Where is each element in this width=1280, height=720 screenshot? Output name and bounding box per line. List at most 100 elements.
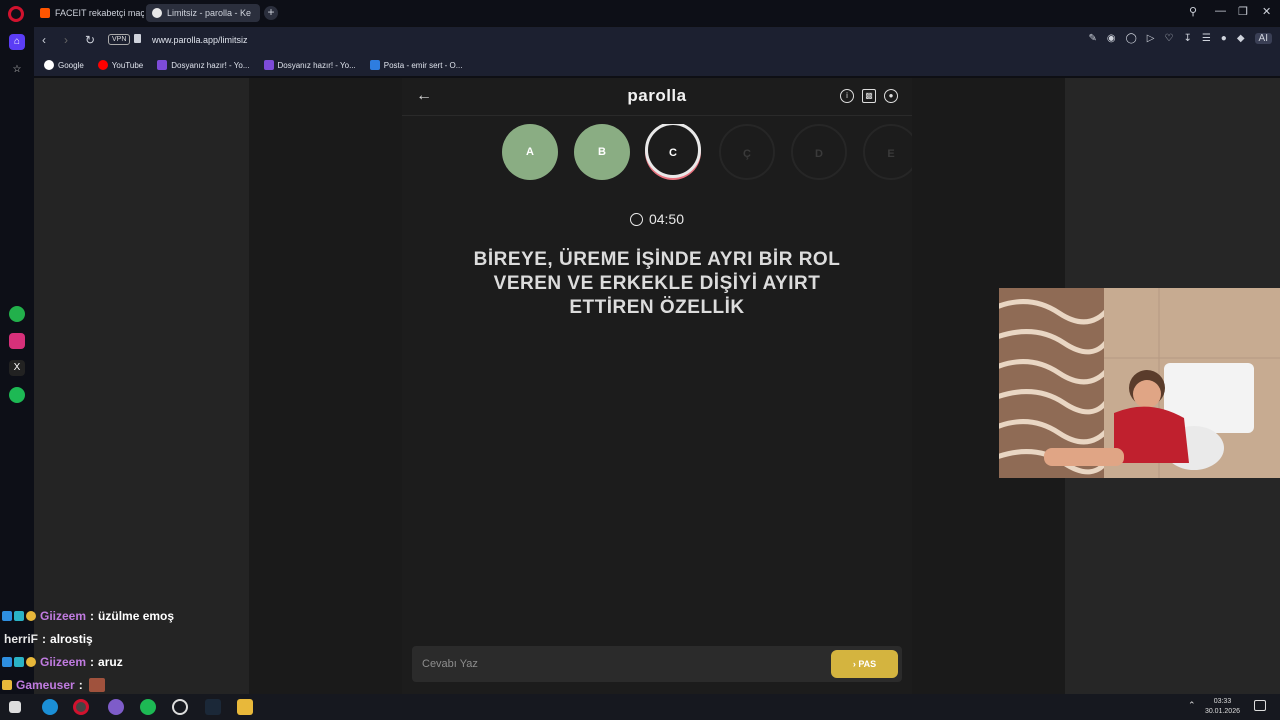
mail-icon bbox=[369, 60, 380, 70]
tab-parolla[interactable]: Limitsiz - parolla - Ke bbox=[146, 4, 260, 22]
badge-icon bbox=[2, 610, 12, 621]
bookmark-label: Dosyanız hazır! - Yo... bbox=[171, 60, 250, 70]
profile-icon[interactable]: ● bbox=[884, 89, 898, 103]
bookmark-posta[interactable]: Posta - emir sert - O... bbox=[369, 60, 463, 70]
extension-icon[interactable]: ◆ bbox=[1237, 33, 1245, 44]
menu-icon[interactable]: ☰ bbox=[1202, 33, 1211, 44]
bookmark-dosyaniz-1[interactable]: Dosyanız hazır! - Yo... bbox=[157, 60, 250, 70]
chat-message: Giizeem : aruz bbox=[2, 650, 247, 673]
app-icon[interactable] bbox=[108, 699, 124, 715]
tab-bar: FACEIT rekabetçi maç - FA Limitsiz - par… bbox=[0, 0, 1280, 26]
chat-username: herriF bbox=[4, 631, 39, 646]
instagram-icon[interactable] bbox=[9, 333, 25, 349]
chat-separator: : bbox=[42, 631, 47, 646]
bookmark-dosyaniz-2[interactable]: Dosyanız hazır! - Yo... bbox=[263, 60, 356, 70]
answer-bar: › PAS bbox=[412, 646, 902, 682]
badge-icon bbox=[14, 610, 24, 621]
notification-icon[interactable] bbox=[1254, 700, 1266, 711]
page-left-panel bbox=[34, 78, 249, 694]
letter-cc: Ç bbox=[719, 124, 775, 180]
app-icon[interactable] bbox=[237, 699, 253, 715]
chat-message: Gameuser : bbox=[2, 673, 247, 696]
question-line: ETTİREN ÖZELLİK bbox=[569, 297, 745, 318]
forward-nav-icon[interactable]: › bbox=[64, 33, 68, 47]
letter-b: B bbox=[574, 124, 630, 180]
tab-faceit[interactable]: FACEIT rekabetçi maç - FA bbox=[34, 4, 144, 22]
browser-sidebar: ⌂ ☆ X bbox=[0, 26, 34, 694]
account-icon[interactable]: ● bbox=[1221, 33, 1227, 44]
whatsapp-icon[interactable] bbox=[9, 306, 25, 322]
spotify-icon[interactable] bbox=[9, 387, 25, 403]
clock[interactable]: 03:33 30.01.2026 bbox=[1205, 697, 1240, 717]
address-bar: ‹ › ↻ VPN www.parolla.app/limitsiz ✎ ◉ ◯… bbox=[34, 27, 1280, 54]
bookmarks-bar: Google YouTube Dosyanız hazır! - Yo... D… bbox=[34, 54, 1280, 76]
badge-icon bbox=[2, 656, 12, 667]
reload-icon[interactable]: ↻ bbox=[85, 33, 95, 47]
letter-wheel: A B C Ç D E bbox=[502, 124, 912, 184]
close-icon[interactable]: ✕ bbox=[1262, 5, 1271, 18]
letter-d: D bbox=[791, 124, 847, 180]
tray-chevron-icon[interactable]: ⌃ bbox=[1188, 700, 1196, 711]
minimize-icon[interactable]: — bbox=[1215, 5, 1226, 17]
x-icon[interactable]: X bbox=[9, 360, 25, 376]
stats-icon[interactable]: ▩ bbox=[862, 89, 876, 103]
clock-icon bbox=[629, 213, 643, 226]
download-icon[interactable]: ↧ bbox=[1183, 33, 1191, 44]
question-text: BİREYE, ÜREME İŞİNDE AYRI BİR ROL VEREN … bbox=[452, 248, 862, 320]
timer-value: 04:50 bbox=[648, 211, 685, 227]
opera-logo-icon[interactable] bbox=[8, 6, 24, 22]
steam-icon[interactable] bbox=[205, 699, 221, 715]
play-icon[interactable]: ▷ bbox=[1147, 33, 1155, 44]
bookmark-google[interactable]: Google bbox=[44, 60, 84, 70]
answer-input[interactable] bbox=[422, 656, 812, 672]
new-tab-button[interactable]: + bbox=[264, 6, 278, 20]
chat-text: alrostiş bbox=[50, 631, 93, 646]
info-icon[interactable]: i bbox=[840, 89, 854, 103]
home-icon[interactable]: ⌂ bbox=[9, 34, 25, 50]
badge-icon bbox=[26, 610, 36, 621]
restore-icon[interactable]: ❐ bbox=[1238, 5, 1248, 18]
stream-chat: Giizeem : üzülme emoş herriF : alrostiş … bbox=[2, 604, 247, 696]
opera-icon[interactable] bbox=[73, 699, 89, 715]
bookmark-youtube[interactable]: YouTube bbox=[97, 60, 144, 70]
back-nav-icon[interactable]: ‹ bbox=[42, 33, 46, 47]
clock-date: 30.01.2026 bbox=[1204, 708, 1240, 715]
heart-icon[interactable]: ♡ bbox=[1164, 33, 1173, 44]
spotify-icon[interactable] bbox=[140, 699, 156, 715]
pass-button[interactable]: › PAS bbox=[831, 650, 898, 678]
google-icon bbox=[44, 60, 54, 70]
chat-username: Giizeem bbox=[40, 608, 87, 623]
webcam-image bbox=[999, 288, 1280, 478]
webcam-overlay bbox=[999, 288, 1280, 478]
chat-message: Giizeem : üzülme emoş bbox=[2, 604, 247, 627]
windows-start-icon[interactable] bbox=[9, 701, 21, 713]
bookmark-label: Posta - emir sert - O... bbox=[383, 60, 463, 70]
question-line: VEREN VE ERKEKLE DİŞİYİ AYIRT bbox=[493, 273, 821, 294]
chat-message: herriF : alrostiş bbox=[2, 627, 247, 650]
shield-icon[interactable]: ◯ bbox=[1126, 33, 1137, 44]
url-field[interactable]: www.parolla.app/limitsiz bbox=[152, 35, 248, 45]
clock-time: 03:33 bbox=[1213, 698, 1232, 705]
chat-text: üzülme emoş bbox=[98, 608, 175, 623]
header-icons: i ▩ ● bbox=[840, 89, 898, 103]
tab-label: FACEIT rekabetçi maç - FA bbox=[55, 8, 144, 18]
vpn-badge[interactable]: VPN bbox=[108, 34, 131, 45]
bookmark-label: Dosyanız hazır! - Yo... bbox=[277, 60, 356, 70]
page-gutter-left bbox=[249, 78, 402, 694]
youtube-icon bbox=[97, 60, 108, 70]
parolla-app: ← parolla i ▩ ● A B C Ç D E 04:50 BİREYE… bbox=[402, 78, 912, 694]
letter-c-current: C bbox=[645, 124, 701, 178]
windows-taskbar: ⌃ 03:33 30.01.2026 bbox=[0, 694, 1280, 720]
tab-label: Limitsiz - parolla - Ke bbox=[167, 8, 252, 18]
ai-button[interactable]: AI bbox=[1254, 33, 1272, 44]
edge-icon[interactable] bbox=[42, 699, 58, 715]
lock-icon[interactable] bbox=[134, 34, 141, 43]
app-logo: parolla bbox=[627, 86, 687, 105]
search-tabs-icon[interactable]: ⚲ bbox=[1189, 5, 1197, 18]
edit-icon[interactable]: ✎ bbox=[1088, 33, 1096, 44]
app-icon[interactable] bbox=[172, 699, 188, 715]
bookmark-label: YouTube bbox=[111, 60, 144, 70]
star-icon[interactable]: ☆ bbox=[9, 62, 25, 78]
camera-icon[interactable]: ◉ bbox=[1107, 33, 1116, 44]
letter-e: E bbox=[863, 124, 912, 180]
